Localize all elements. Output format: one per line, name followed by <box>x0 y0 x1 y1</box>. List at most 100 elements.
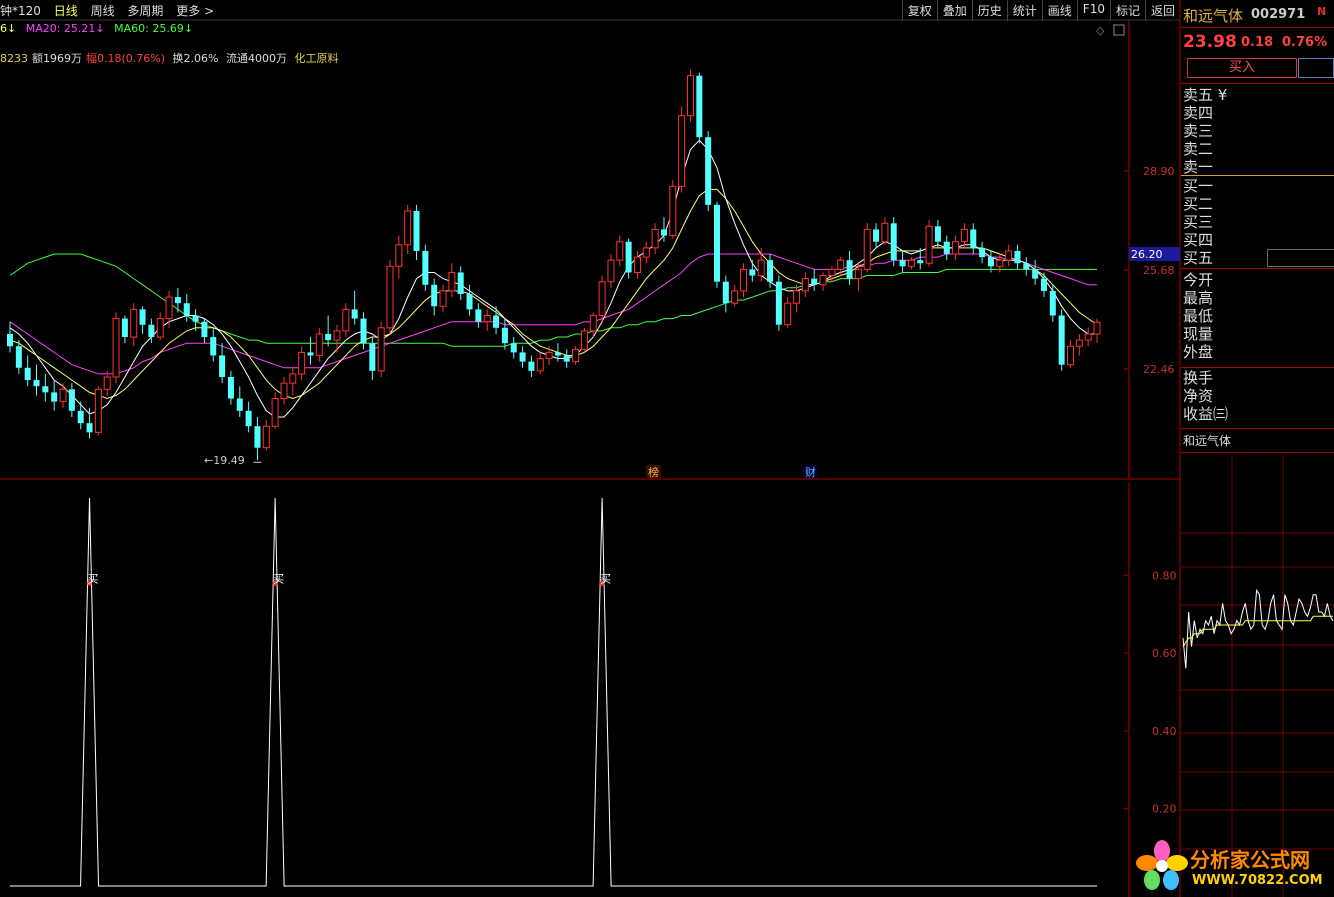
candle-down <box>210 327 217 362</box>
mark-button[interactable]: 标记 <box>1109 0 1145 21</box>
sell-button[interactable] <box>1298 58 1334 78</box>
candle-body <box>899 260 906 267</box>
flower-logo-icon <box>1136 840 1188 890</box>
candle-body <box>837 259 845 270</box>
candle-body <box>86 423 93 433</box>
candle-up <box>1066 340 1074 368</box>
candle-up <box>289 367 297 396</box>
candle-body <box>1005 250 1013 261</box>
signal-buy-label: 买 <box>88 572 99 585</box>
candle-body <box>545 351 553 360</box>
candle-up <box>165 290 173 328</box>
tab-minute[interactable]: 钟*120 <box>0 4 41 18</box>
candle-down <box>979 241 986 264</box>
sub-tick-label: 0.60 <box>1152 647 1177 660</box>
zoom-out-icon[interactable]: ◇ <box>1096 24 1105 37</box>
marker-cai[interactable]: 财 <box>805 465 816 479</box>
candle-up <box>607 254 615 288</box>
candle-body <box>970 229 977 248</box>
candle-down <box>519 346 526 368</box>
candle-body <box>475 309 482 322</box>
candle-down <box>431 278 438 316</box>
candle-body <box>510 343 517 353</box>
back-button[interactable]: 返回 <box>1144 0 1180 21</box>
buy-button[interactable]: 买入 <box>1187 58 1297 78</box>
candle-body <box>943 241 950 255</box>
history-button[interactable]: 历史 <box>971 0 1007 21</box>
candle-up <box>572 346 580 365</box>
candle-body <box>616 241 624 261</box>
candle-down <box>943 235 950 261</box>
stat-low: 最低 <box>1183 307 1214 325</box>
candle-body <box>713 204 720 282</box>
marker-bang[interactable]: 榜 <box>648 465 659 479</box>
candle-body <box>1066 345 1074 366</box>
candle-body <box>757 259 765 277</box>
candle-body <box>1075 339 1083 347</box>
candle-down <box>360 312 367 350</box>
candle-down <box>51 380 58 411</box>
watermark-title: 分析家公式网 <box>1190 848 1310 872</box>
candle-up <box>395 235 403 279</box>
candle-up <box>377 321 385 377</box>
new-stock-flag: N <box>1317 5 1327 18</box>
restore-rights-button[interactable]: 复权 <box>901 0 937 21</box>
candle-down <box>422 244 429 291</box>
candle-body <box>245 410 252 427</box>
candle-body <box>210 337 217 356</box>
candle-body <box>413 210 420 251</box>
sub-tick-label: 0.40 <box>1152 725 1177 738</box>
candle-body <box>130 308 138 338</box>
range-value: 0.18(0.76%) <box>97 52 166 65</box>
ask-1: 卖一 <box>1183 158 1214 176</box>
tab-weekly[interactable]: 周线 <box>91 4 115 18</box>
ma-mid-line <box>9 188 1098 400</box>
candle-down <box>846 250 853 285</box>
sector-link[interactable]: 化工原料 <box>294 52 338 65</box>
candle-up <box>271 392 279 430</box>
candle-body <box>960 228 968 243</box>
ma60-label: MA60: 25.69↓ <box>114 22 194 35</box>
candle-body <box>501 327 508 344</box>
candle-down <box>7 321 13 353</box>
candle-body <box>307 352 314 356</box>
signal-line <box>10 497 1097 887</box>
candle-body <box>554 352 561 356</box>
stat-open: 今开 <box>1183 271 1214 289</box>
candle-down <box>254 416 261 461</box>
candle-body <box>669 185 677 237</box>
f10-button[interactable]: F10 <box>1076 0 1110 21</box>
candle-up <box>342 303 350 338</box>
ask-4: 卖四 <box>1183 104 1214 122</box>
candle-up <box>1084 327 1092 347</box>
candle-down <box>713 201 720 288</box>
candle-up <box>536 352 544 374</box>
candle-down <box>42 373 49 402</box>
candle-body <box>598 281 606 317</box>
window-icon[interactable] <box>1113 24 1125 36</box>
candle-body <box>325 333 332 341</box>
candle-body <box>271 398 279 427</box>
tab-multi-period[interactable]: 多周期 <box>127 4 163 18</box>
candle-body <box>59 388 67 403</box>
stats-b: 换手 净资 收益㈢ <box>1183 369 1228 423</box>
main-chart-frame <box>0 0 1181 897</box>
overlay-button[interactable]: 叠加 <box>936 0 972 21</box>
candle-body <box>377 327 385 372</box>
indicator-y-axis: 0.20 0.40 0.60 0.80 <box>1124 570 1177 815</box>
stat-outer: 外盘 <box>1183 343 1214 361</box>
draw-line-button[interactable]: 画线 <box>1041 0 1077 21</box>
stats-button[interactable]: 统计 <box>1006 0 1042 21</box>
sub-tick-label: 0.80 <box>1152 570 1177 583</box>
candle-down <box>227 370 234 405</box>
candle-up <box>404 204 412 255</box>
candle-up <box>819 272 827 291</box>
candle-body <box>1058 315 1065 365</box>
tab-more[interactable]: 更多 > <box>176 4 214 18</box>
ask-levels: 卖五 ¥ 卖四 卖三 卖二 卖一 <box>1183 86 1227 176</box>
current-price-group: 26.20 <box>1129 247 1180 262</box>
tab-daily[interactable]: 日线 <box>54 4 78 18</box>
candle-down <box>696 72 703 144</box>
candle-body <box>731 290 739 304</box>
candle-body <box>94 388 102 433</box>
